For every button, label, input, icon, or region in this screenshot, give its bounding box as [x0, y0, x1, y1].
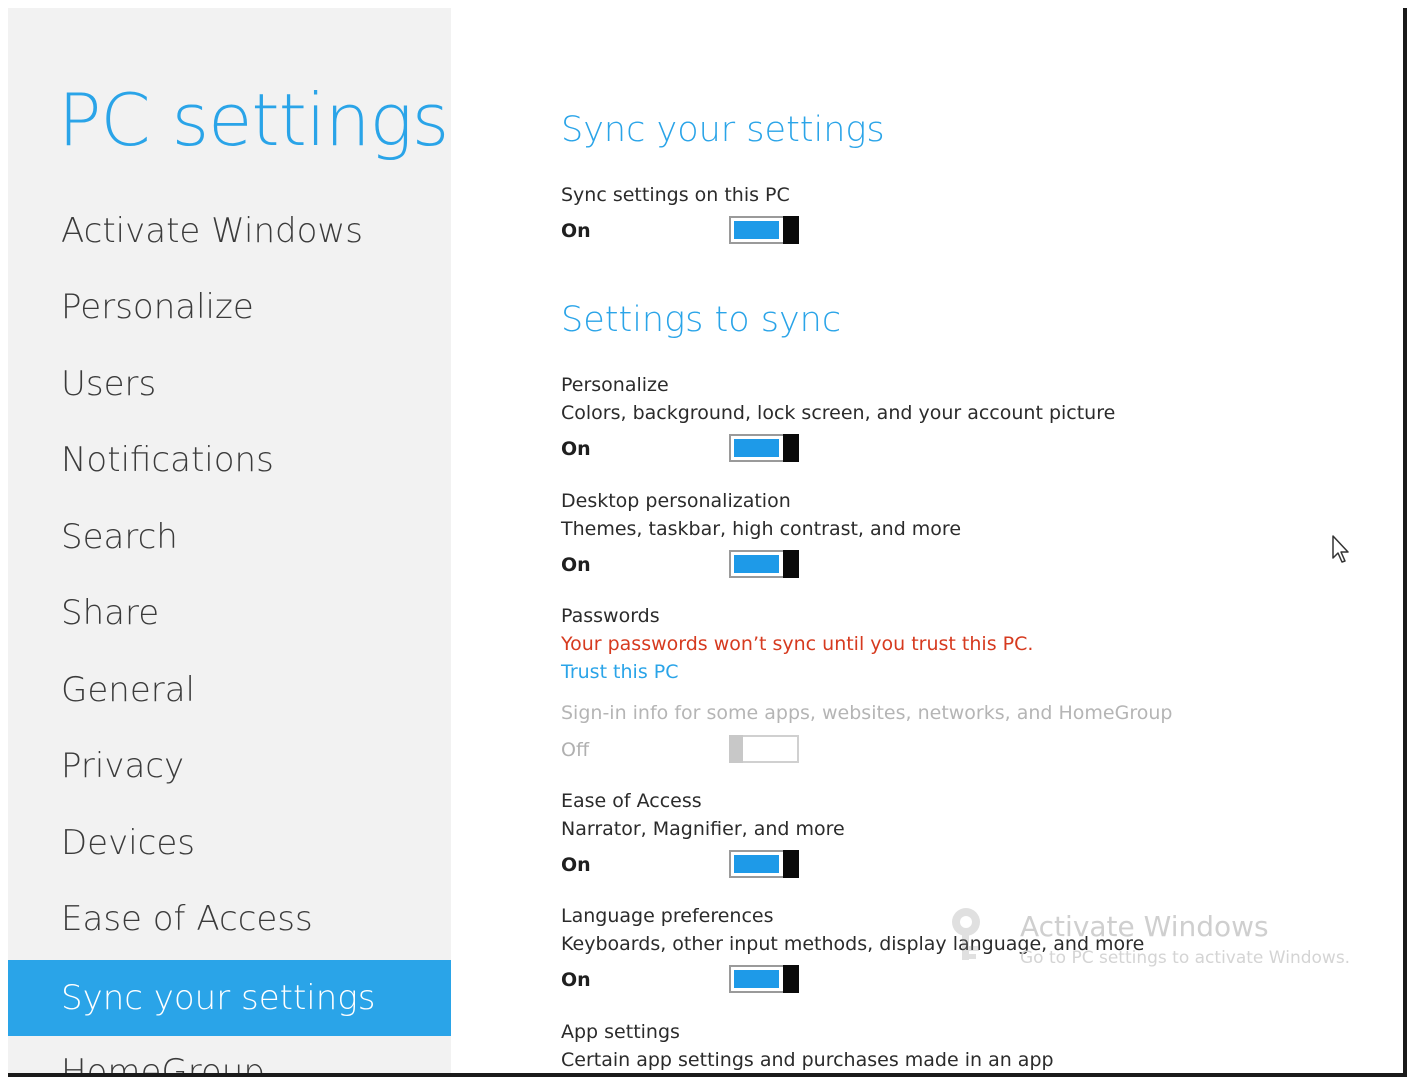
passwords-warning: Your passwords won’t sync until you trus… [561, 633, 1034, 655]
toggle-thumb[interactable] [783, 550, 799, 578]
passwords-state: Off [561, 739, 590, 761]
activate-windows-watermark-title: Activate Windows [1020, 910, 1269, 943]
passwords-label: Passwords [561, 605, 660, 627]
trust-this-pc-link[interactable]: Trust this PC [561, 661, 679, 683]
desktop-personalization-toggle[interactable] [729, 550, 799, 578]
sidebar-item-ease-of-access[interactable]: Ease of Access [8, 881, 451, 957]
toggle-fill [734, 855, 779, 873]
sidebar-item-homegroup[interactable]: HomeGroup [8, 1034, 451, 1073]
app-settings-label: App settings [561, 1021, 680, 1043]
ease-of-access-description: Narrator, Magnifier, and more [561, 818, 845, 840]
toggle-thumb[interactable] [783, 965, 799, 993]
sidebar-item-search[interactable]: Search [8, 499, 451, 575]
toggle-thumb[interactable] [783, 216, 799, 244]
toggle-fill [734, 221, 779, 239]
ease-of-access-toggle[interactable] [729, 850, 799, 878]
desktop-personalization-label: Desktop personalization [561, 490, 791, 512]
language-preferences-state: On [561, 969, 591, 991]
personalize-state: On [561, 438, 591, 460]
ease-of-access-label: Ease of Access [561, 790, 702, 812]
toggle-fill [734, 439, 779, 457]
language-preferences-toggle[interactable] [729, 965, 799, 993]
sidebar-item-users[interactable]: Users [8, 346, 451, 422]
sync-your-settings-heading: Sync your settings [561, 110, 885, 150]
app-settings-description: Certain app settings and purchases made … [561, 1049, 1054, 1071]
sidebar-item-general[interactable]: General [8, 652, 451, 728]
sidebar-item-notifications[interactable]: Notifications [8, 422, 451, 498]
page-title: PC settings [58, 78, 449, 162]
toggle-thumb[interactable] [783, 850, 799, 878]
sync-pc-toggle[interactable] [729, 216, 799, 244]
sync-pc-state: On [561, 220, 591, 242]
pc-settings-window: PC settings Activate Windows Personalize… [0, 0, 1407, 1077]
toggle-thumb [729, 735, 743, 763]
sidebar-item-personalize[interactable]: Personalize [8, 269, 451, 345]
settings-to-sync-heading: Settings to sync [561, 300, 842, 340]
window-border-bottom [8, 1073, 1407, 1077]
sidebar-item-sync-your-settings[interactable]: Sync your settings [8, 960, 451, 1036]
sidebar-item-privacy[interactable]: Privacy [8, 728, 451, 804]
personalize-toggle[interactable] [729, 434, 799, 462]
window-border-right [1403, 8, 1407, 1077]
mouse-cursor-icon [1332, 535, 1349, 563]
personalize-label: Personalize [561, 374, 669, 396]
desktop-personalization-description: Themes, taskbar, high contrast, and more [561, 518, 962, 540]
toggle-fill [734, 555, 779, 573]
toggle-thumb[interactable] [783, 434, 799, 462]
sidebar-item-activate-windows[interactable]: Activate Windows [8, 193, 451, 269]
ease-of-access-state: On [561, 854, 591, 876]
toggle-fill [734, 970, 779, 988]
key-watermark-icon [952, 908, 980, 960]
language-preferences-label: Language preferences [561, 905, 774, 927]
passwords-description: Sign-in info for some apps, websites, ne… [561, 702, 1173, 724]
sidebar-item-share[interactable]: Share [8, 575, 451, 651]
personalize-description: Colors, background, lock screen, and you… [561, 402, 1116, 424]
desktop-personalization-state: On [561, 554, 591, 576]
sync-pc-label: Sync settings on this PC [561, 184, 790, 206]
passwords-toggle [729, 735, 799, 763]
sidebar-item-devices[interactable]: Devices [8, 805, 451, 881]
activate-windows-watermark-subtitle: Go to PC settings to activate Windows. [1020, 948, 1351, 968]
sidebar: PC settings Activate Windows Personalize… [8, 8, 451, 1073]
